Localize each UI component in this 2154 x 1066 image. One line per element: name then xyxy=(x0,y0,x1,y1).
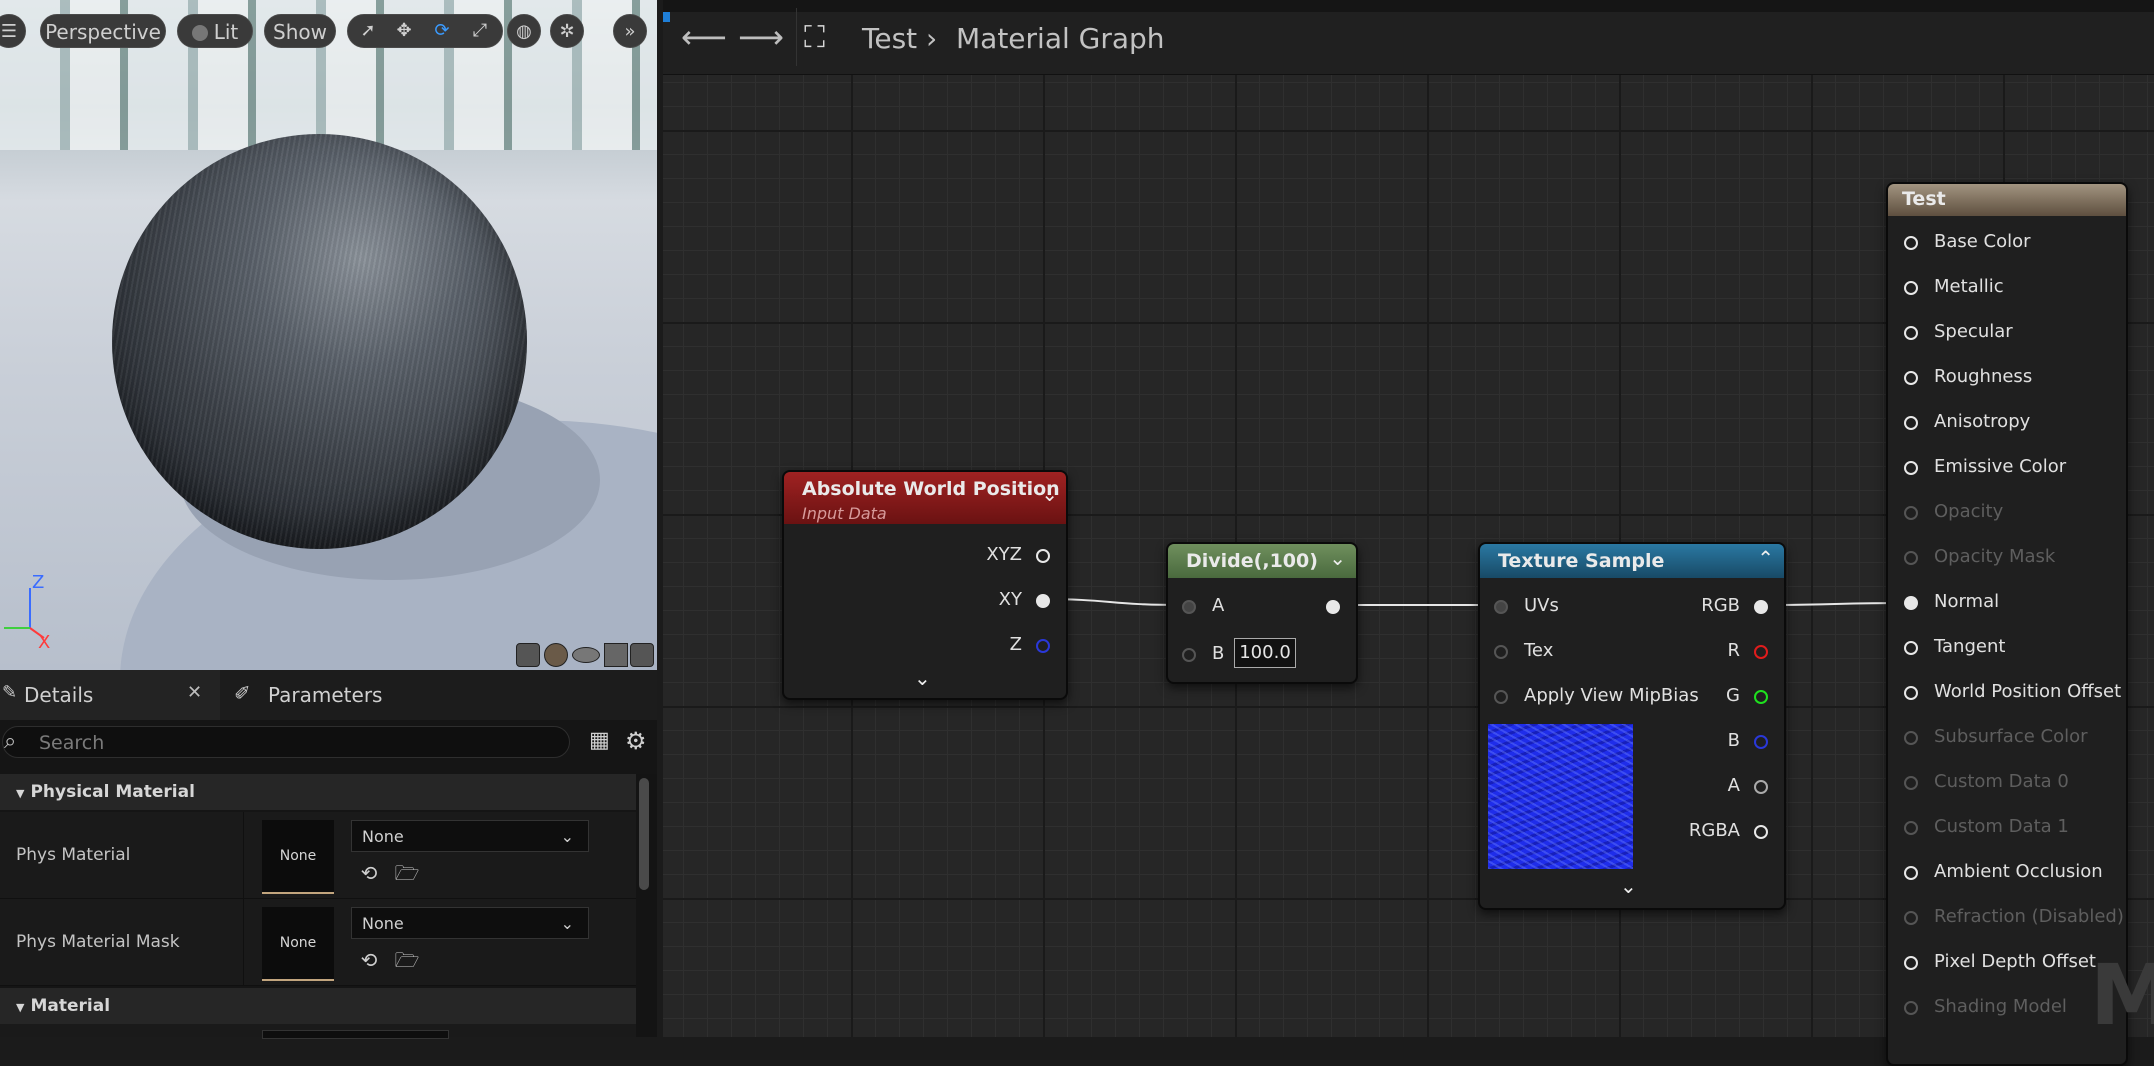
pin-b-out[interactable] xyxy=(1754,735,1768,749)
result-pin-row[interactable]: Ambient Occlusion xyxy=(1888,858,2126,888)
pin-label-mipbias: Apply View MipBias xyxy=(1524,685,1699,706)
pin-rgb[interactable] xyxy=(1754,600,1768,614)
pin-label-g: G xyxy=(1726,685,1740,706)
result-pin-label: Refraction (Disabled) xyxy=(1934,906,2124,927)
chevron-down-icon[interactable]: ⌄ xyxy=(1329,546,1346,570)
graph-wires xyxy=(1039,598,1907,606)
node-absolute-world-position[interactable]: Absolute World Position Input Data ⌄ XYZ… xyxy=(782,470,1068,700)
pin-label-b: B xyxy=(1212,643,1225,664)
pin-divide-output[interactable] xyxy=(1326,600,1340,614)
result-pin xyxy=(1904,821,1918,835)
chevron-up-icon[interactable]: ⌃ xyxy=(1757,546,1774,570)
result-pin[interactable] xyxy=(1904,866,1918,880)
pin-label-xy: XY xyxy=(998,589,1022,610)
result-pin xyxy=(1904,1001,1918,1015)
pin-r[interactable] xyxy=(1754,645,1768,659)
result-pin-row: Refraction (Disabled) xyxy=(1888,903,2126,933)
watermark-text: M xyxy=(2090,946,2154,1044)
result-pin-row: Opacity xyxy=(1888,498,2126,528)
result-pin[interactable] xyxy=(1904,596,1918,610)
result-pin[interactable] xyxy=(1904,281,1918,295)
result-pin-label: Custom Data 0 xyxy=(1934,771,2069,792)
result-pin-row: Custom Data 0 xyxy=(1888,768,2126,798)
node-subtitle: Input Data xyxy=(802,504,887,523)
node-divide[interactable]: Divide(,100) ⌄ A B 100.0 xyxy=(1166,542,1358,684)
result-pin xyxy=(1904,551,1918,565)
result-pin-label: Tangent xyxy=(1934,636,2006,657)
node-title: Divide(,100) xyxy=(1186,550,1318,572)
node-title: Texture Sample xyxy=(1498,550,1665,572)
result-pin-label: Roughness xyxy=(1934,366,2033,387)
expand-chevron-icon[interactable]: ⌄ xyxy=(914,666,931,690)
result-pin xyxy=(1904,506,1918,520)
result-pin-label: Normal xyxy=(1934,591,2000,612)
result-pin[interactable] xyxy=(1904,236,1918,250)
result-pin-label: Emissive Color xyxy=(1934,456,2067,477)
pin-label-b: B xyxy=(1727,730,1740,751)
result-pin-label: Anisotropy xyxy=(1934,411,2031,432)
expand-chevron-icon[interactable]: ⌄ xyxy=(1620,874,1637,898)
result-pin-label: Ambient Occlusion xyxy=(1934,861,2103,882)
result-pin[interactable] xyxy=(1904,461,1918,475)
result-pin xyxy=(1904,776,1918,790)
result-pin-label: Specular xyxy=(1934,321,2013,342)
pin-label-tex: Tex xyxy=(1524,640,1554,661)
chevron-down-icon[interactable]: ⌄ xyxy=(1041,482,1058,506)
result-pin-row[interactable]: Metallic xyxy=(1888,273,2126,303)
pin-label-a: A xyxy=(1727,775,1740,796)
pin-b[interactable] xyxy=(1182,648,1196,662)
pin-xyz[interactable] xyxy=(1036,549,1050,563)
result-pin[interactable] xyxy=(1904,956,1918,970)
pin-a-out[interactable] xyxy=(1754,780,1768,794)
result-pin-label: Opacity xyxy=(1934,501,2004,522)
pin-label-xyz: XYZ xyxy=(986,544,1022,565)
result-pin-row[interactable]: Roughness xyxy=(1888,363,2126,393)
result-pin xyxy=(1904,731,1918,745)
result-pin xyxy=(1904,911,1918,925)
pin-label-rgba: RGBA xyxy=(1688,820,1740,841)
pin-tex[interactable] xyxy=(1494,645,1508,659)
texture-preview xyxy=(1488,724,1633,869)
result-pin-row[interactable]: Normal xyxy=(1888,588,2126,618)
node-title: Absolute World Position xyxy=(802,478,1060,500)
pin-uvs[interactable] xyxy=(1494,600,1508,614)
pin-label-z: Z xyxy=(1009,634,1022,655)
result-pin-label: Shading Model xyxy=(1934,996,2067,1017)
result-pin-label: Base Color xyxy=(1934,231,2031,252)
pin-label-rgb: RGB xyxy=(1701,595,1740,616)
result-pin[interactable] xyxy=(1904,641,1918,655)
node-texture-sample[interactable]: Texture Sample ⌃ UVs Tex Apply View MipB… xyxy=(1478,542,1786,910)
pin-label-a: A xyxy=(1212,595,1225,616)
pin-rgba[interactable] xyxy=(1754,825,1768,839)
pin-z[interactable] xyxy=(1036,639,1050,653)
result-pin-row[interactable]: Tangent xyxy=(1888,633,2126,663)
result-pin-label: World Position Offset xyxy=(1934,681,2122,702)
b-value-input[interactable]: 100.0 xyxy=(1234,638,1296,668)
node-title: Test xyxy=(1902,188,1946,210)
pin-a[interactable] xyxy=(1182,600,1196,614)
result-pin-row[interactable]: Base Color xyxy=(1888,228,2126,258)
pin-g[interactable] xyxy=(1754,690,1768,704)
pin-mipbias[interactable] xyxy=(1494,690,1508,704)
result-pin-row[interactable]: World Position Offset xyxy=(1888,678,2126,708)
result-pin-row: Opacity Mask xyxy=(1888,543,2126,573)
result-pin-label: Metallic xyxy=(1934,276,2004,297)
result-pin-row[interactable]: Specular xyxy=(1888,318,2126,348)
result-pin-label: Subsurface Color xyxy=(1934,726,2088,747)
pin-xy[interactable] xyxy=(1036,594,1050,608)
result-pin-row[interactable]: Emissive Color xyxy=(1888,453,2126,483)
result-pin-label: Custom Data 1 xyxy=(1934,816,2069,837)
result-pin[interactable] xyxy=(1904,371,1918,385)
result-pin[interactable] xyxy=(1904,686,1918,700)
result-pin-row: Subsurface Color xyxy=(1888,723,2126,753)
result-pin-label: Opacity Mask xyxy=(1934,546,2056,567)
pin-label-uvs: UVs xyxy=(1524,595,1559,616)
result-pin-row[interactable]: Anisotropy xyxy=(1888,408,2126,438)
pin-label-r: R xyxy=(1727,640,1740,661)
node-material-result[interactable]: Test Base Color Metallic Specular Roughness… xyxy=(1886,182,2128,1066)
result-pin[interactable] xyxy=(1904,416,1918,430)
result-pin-row: Custom Data 1 xyxy=(1888,813,2126,843)
result-pin[interactable] xyxy=(1904,326,1918,340)
result-pin-label: Pixel Depth Offset xyxy=(1934,951,2096,972)
